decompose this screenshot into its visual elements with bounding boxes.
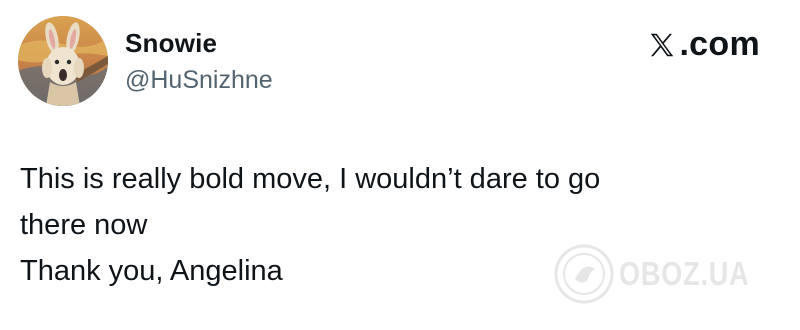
user-info: Snowie @HuSnizhne [125,28,273,95]
user-handle[interactable]: @HuSnizhne [125,65,273,95]
display-name[interactable]: Snowie [125,28,273,58]
avatar[interactable] [18,16,108,106]
tweet-card: Snowie @HuSnizhne .com This is really bo… [0,0,800,330]
oboz-logo-icon [554,244,614,304]
source-link[interactable]: .com [647,24,760,64]
watermark-text: OBOZ.UA [618,255,750,292]
x-logo-icon [651,33,674,57]
tweet-text-line: This is really bold move, I wouldn’t dar… [20,163,601,195]
watermark: OBOZ.UA [553,243,778,305]
scream-bunny-avatar-icon [18,16,108,106]
source-label: .com [679,25,760,63]
tweet-text-line: there now [20,209,148,241]
